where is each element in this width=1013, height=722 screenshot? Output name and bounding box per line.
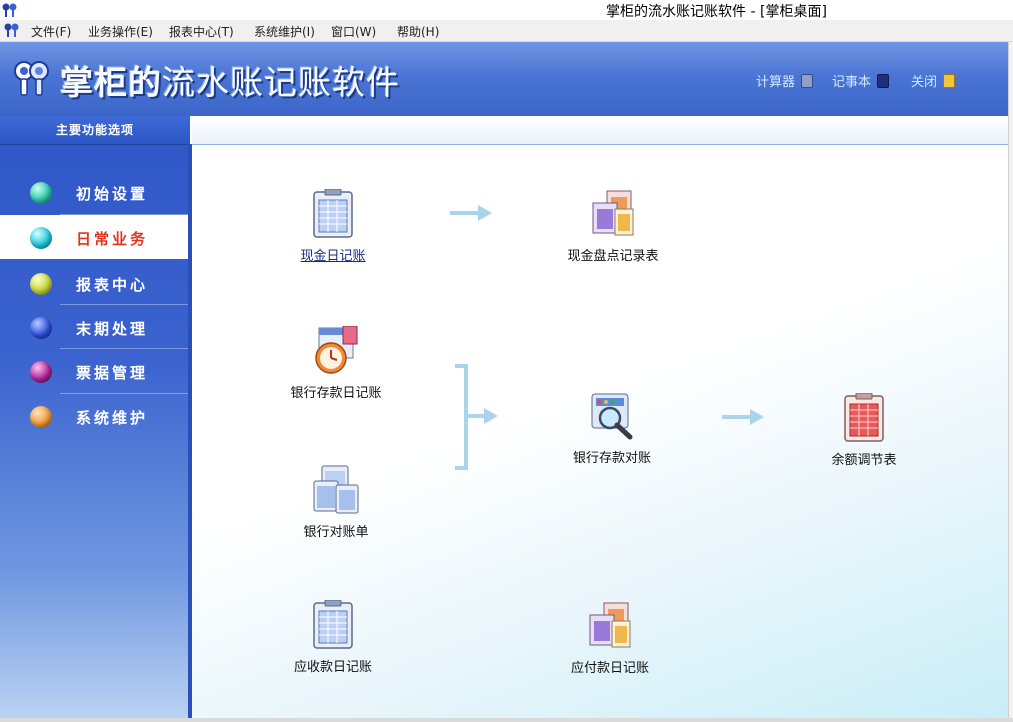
window-title: 掌柜的流水账记账软件 - [掌柜桌面] (606, 4, 827, 20)
cash-journal-label[interactable]: 现金日记账 (283, 245, 383, 264)
orb-icon (30, 182, 52, 204)
ledger-book-icon (313, 189, 353, 238)
notepad-link[interactable]: 记事本 (832, 71, 890, 90)
orb-icon (30, 227, 52, 249)
red-ledger-icon (844, 393, 884, 442)
cash-count-label: 现金盘点记录表 (567, 249, 659, 264)
calculator-link[interactable]: 计算器 (756, 71, 814, 90)
menu-help[interactable]: 帮助(H) (397, 23, 439, 40)
app-menu-icon[interactable] (4, 22, 20, 38)
spreadsheet-stack-icon (589, 602, 631, 648)
menu-window[interactable]: 窗口(W) (331, 23, 376, 40)
calculator-icon (801, 73, 814, 88)
orb-icon (30, 361, 52, 383)
menu-maintenance[interactable]: 系统维护(I) (254, 23, 315, 40)
main-header-strip (192, 116, 1008, 145)
orb-icon (30, 273, 52, 295)
calculator-label: 计算器 (756, 75, 796, 90)
bank-reconcile-shortcut[interactable]: 银行存款对账 (562, 391, 662, 466)
balance-adjust-shortcut[interactable]: 余额调节表 (823, 393, 905, 468)
menu-bar: 文件(F) 业务操作(E) 报表中心(T) 系统维护(I) 窗口(W) 帮助(H… (0, 20, 1013, 42)
sidebar-item-daily-business[interactable]: 日常业务 (0, 215, 190, 259)
header-banner: 掌柜的流水账记账软件 计算器 记事本 关闭 (0, 42, 1008, 116)
flow-arrow-icon (450, 205, 492, 221)
magnifier-report-icon (591, 393, 633, 440)
receivable-journal-shortcut[interactable]: 应收款日记账 (283, 600, 383, 675)
sidebar-item-period-end[interactable]: 末期处理 (0, 305, 190, 349)
bank-journal-label: 银行存款日记账 (290, 386, 382, 401)
sidebar-item-system-maintenance[interactable]: 系统维护 (0, 394, 190, 438)
logo-icon (14, 61, 49, 96)
logo-title-rest: 流水账记账软件 (162, 63, 400, 102)
logo-title-bold: 掌柜的 (60, 63, 162, 102)
bank-statement-label: 银行对账单 (303, 525, 369, 540)
close-link[interactable]: 关闭 (911, 71, 956, 90)
payable-journal-label: 应付款日记账 (570, 661, 649, 676)
payable-journal-shortcut[interactable]: 应付款日记账 (560, 601, 660, 676)
bank-reconcile-label: 银行存款对账 (572, 451, 651, 466)
sidebar-item-label: 末期处理 (76, 320, 149, 338)
spreadsheet-stack-icon (592, 190, 634, 236)
sidebar-item-label: 日常业务 (76, 230, 149, 248)
calendar-clock-icon (315, 326, 358, 374)
notepad-label: 记事本 (832, 75, 872, 90)
bank-statement-shortcut[interactable]: 银行对账单 (293, 465, 379, 540)
sidebar-item-label: 初始设置 (76, 185, 149, 203)
sidebar-item-initial-setup[interactable]: 初始设置 (0, 170, 190, 214)
title-bar: 掌柜的流水账记账软件 - [掌柜桌面] (0, 0, 1013, 20)
orb-icon (30, 317, 52, 339)
merge-bracket-icon (455, 364, 498, 470)
receivable-journal-label: 应收款日记账 (293, 660, 372, 675)
sidebar-item-bill-management[interactable]: 票据管理 (0, 349, 190, 393)
logo-title: 掌柜的流水账记账软件 (60, 56, 400, 104)
ledger-book-icon (313, 600, 353, 649)
ledger-stack-icon (313, 465, 359, 514)
balance-adjust-label: 余额调节表 (831, 453, 897, 468)
sidebar-item-label: 票据管理 (76, 364, 149, 382)
menu-reports[interactable]: 报表中心(T) (169, 23, 234, 40)
cash-count-shortcut[interactable]: 现金盘点记录表 (558, 189, 668, 264)
window-right-edge (1008, 42, 1013, 722)
bank-journal-shortcut[interactable]: 银行存款日记账 (283, 326, 389, 401)
orb-icon (30, 406, 52, 428)
menu-operations[interactable]: 业务操作(E) (88, 23, 153, 40)
notepad-icon (877, 73, 890, 88)
flow-arrow-icon (722, 409, 764, 425)
menu-file[interactable]: 文件(F) (31, 23, 71, 40)
sidebar-heading: 主要功能选项 (0, 116, 190, 145)
sidebar-item-report-center[interactable]: 报表中心 (0, 261, 190, 305)
sidebar: 主要功能选项 初始设置 日常业务 报表中心 末期处理 票据管理 系统维护 (0, 116, 190, 722)
sidebar-item-label: 报表中心 (76, 276, 149, 294)
close-label: 关闭 (911, 75, 938, 90)
window-bottom-edge (0, 718, 1013, 722)
close-icon (943, 73, 956, 88)
cash-journal-shortcut[interactable]: 现金日记账 (283, 189, 383, 264)
sidebar-item-label: 系统维护 (76, 409, 149, 427)
